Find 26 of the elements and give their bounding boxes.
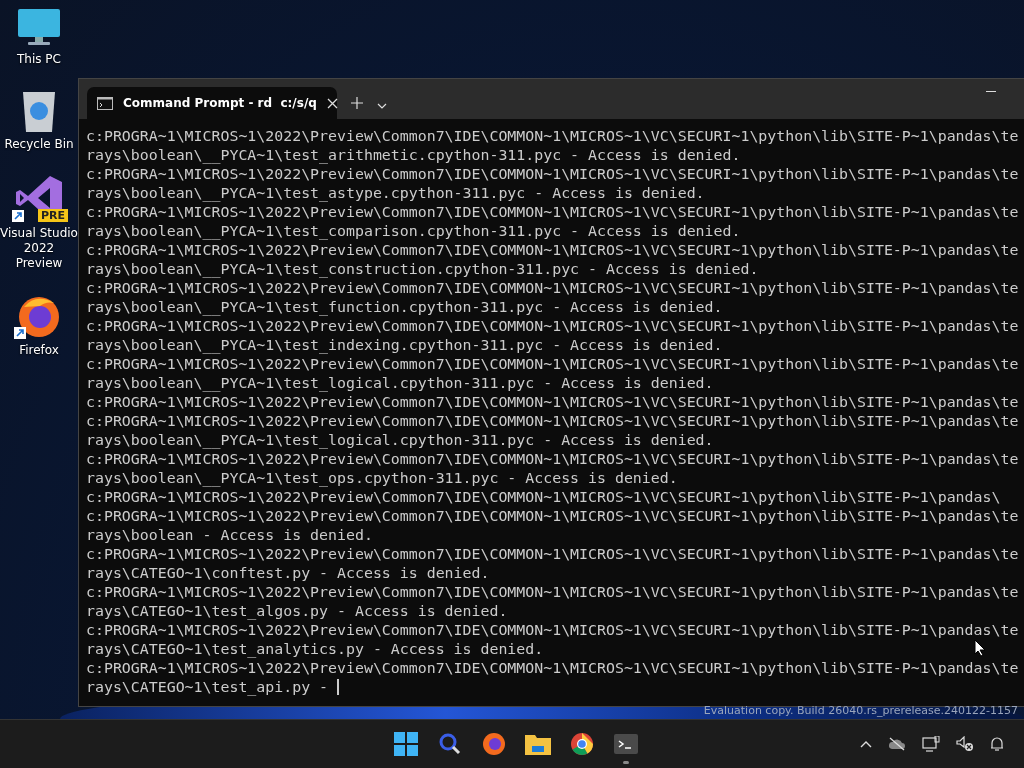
folder-icon[interactable] xyxy=(525,733,551,755)
start-icon[interactable] xyxy=(394,732,418,756)
desktop-icon-label[interactable]: This PC xyxy=(0,52,78,67)
network-icon[interactable] xyxy=(922,736,940,752)
dropdown-chevron-icon[interactable] xyxy=(377,103,387,109)
mouse-pointer-icon xyxy=(974,639,986,657)
desktop-icon-label[interactable]: Visual Studio 2022 Preview xyxy=(0,226,78,271)
notification-bell-icon[interactable] xyxy=(990,736,1004,752)
speaker-muted-icon[interactable] xyxy=(956,736,974,752)
terminal-icon[interactable] xyxy=(614,734,638,754)
terminal-output: c:PROGRA~1\MICROS~1\2022\Preview\Common7\IDE\COMMON~1\MICROS~1\VC\SECURI~1\python\lib\SITE-P~1\pandas\te rays\boolean\__PYCA~1\test_arithmetic.cpython-311.pyc - Access is denied. c:PROGRA~1\MICROS~1\2022\Preview\Common7\IDE\COMMON~1\MICROS~1\VC\SECURI~1\python\lib\SITE-P~1\pandas\te rays\boolean\__PYCA~1\test_astype.cpython-311.pyc - Access is denied. c:PROGRA~1\MICROS~1\2022\Preview\Common7\IDE\COMMON~1\MICROS~1\VC\SECURI~1\python\lib\SITE-P~1\pandas\te rays\boolean\__PYCA~1\test_comparison.cpython-311.pyc - Access is denied. c:PROGRA~1\MICROS~1\2022\Preview\Common7\IDE\COMMON~1\MICROS~1\VC\SECURI~1\python\lib\SITE-P~1\pandas\te rays\boolean\__PYCA~1\test_construction.cpython-311.pyc - Access is denied. c:PROGRA~1\MICROS~1\2022\Preview\Common7\IDE\COMMON~1\MICROS~1\VC\SECURI~1\python\lib\SITE-P~1\pandas\te rays\boolean\__PYCA~1\test_function.cpython-311.pyc - Access is denied. c:PROGRA~1\MICROS~1\2022\Preview\Common7\IDE\COMMON~1\MICROS~1\VC\SECURI~1\python\lib\SITE-P~1\pandas\te rays\boolean\__PYCA~1\test_indexing.cpython-311.pyc - Access is denied. c:PROGRA~1\MICROS~1\2022\Preview\Common7\IDE\COMMON~1\MICROS~1\VC\SECURI~1\python\lib\SITE-P~1\pandas\te rays\boolean\__PYCA~1\test_logical.cpython-311.pyc - Access is denied. c:PROGRA~1\MICROS~1\2022\Preview\Common7\IDE\COMMON~1\MICROS~1\VC\SECURI~1\python\lib\SITE-P~1\pandas\te c:PROGRA~1\MICROS~1\2022\Preview\Common7\IDE\COMMON~1\MICROS~1\VC\SECURI~1\python\lib\SITE-P~1\pandas\te rays\boolean\__PYCA~1\test_logical.cpython-311.pyc - Access is denied. c:PROGRA~1\MICROS~1\2022\Preview\Common7\IDE\COMMON~1\MICROS~1\VC\SECURI~1\python\lib\SITE-P~1\pandas\te rays\boolean\__PYCA~1\test_ops.cpython-311.pyc - Access is denied. c:PROGRA~1\MICROS~1\2022\Preview\Common7\IDE\COMMON~1\MICROS~1\VC\SECURI~1\python\lib\SITE-P~1\pandas\ c:PROGRA~1\MICROS~1\2022\Preview\Common7\IDE\COMMON~1\MICROS~1\VC\SECURI~1\python\lib\SITE-P~1\pandas\te rays\boolean - Access is denied. c:PROGRA~1\MICROS~1\2022\Preview\Common7\IDE\COMMON~1\MICROS~1\VC\SECURI~1\python\lib\SITE-P~1\pandas\te rays\CATEGO~1\conftest.py - Access is denied. c:PROGRA~1\MICROS~1\2022\Preview\Common7\IDE\COMMON~1\MICROS~1\VC\SECURI~1\python\lib\SITE-P~1\pandas\te rays\CATEGO~1\test_algos.py - Access is denied. c:PROGRA~1\MICROS~1\2022\Preview\Common7\IDE\COMMON~1\MICROS~1\VC\SECURI~1\python\lib\SITE-P~1\pandas\te rays\CATEGO~1\test_analytics.py - Access is denied. c:PROGRA~1\MICROS~1\2022\Preview\Common7\IDE\COMMON~1\MICROS~1\VC\SECURI~1\python\lib\SITE-P~1\pandas\te rays\CATEGO~1\test_api.py - xyxy=(85,126,1020,697)
recycle-bin-icon[interactable] xyxy=(21,89,57,133)
build-watermark: Evaluation copy. Build 26040.rs_prerelease.240122-1157 xyxy=(703,704,1018,717)
terminal-tab[interactable]: Command Prompt - rd c:/s/q xyxy=(87,87,337,119)
minimize-icon[interactable] xyxy=(986,91,996,93)
preview-badge: PRE xyxy=(37,209,68,222)
new-tab-icon[interactable] xyxy=(351,97,363,109)
command-prompt-icon xyxy=(97,96,113,110)
chrome-icon[interactable] xyxy=(570,732,594,756)
desktop-icon-label[interactable]: Recycle Bin xyxy=(0,137,78,152)
search-icon[interactable] xyxy=(439,733,461,755)
monitor-icon[interactable] xyxy=(17,8,61,48)
chevron-up-icon[interactable] xyxy=(860,740,872,748)
close-icon[interactable] xyxy=(326,97,338,109)
cloud-off-icon[interactable] xyxy=(888,737,906,751)
desktop-icon-label[interactable]: Firefox xyxy=(0,343,78,358)
